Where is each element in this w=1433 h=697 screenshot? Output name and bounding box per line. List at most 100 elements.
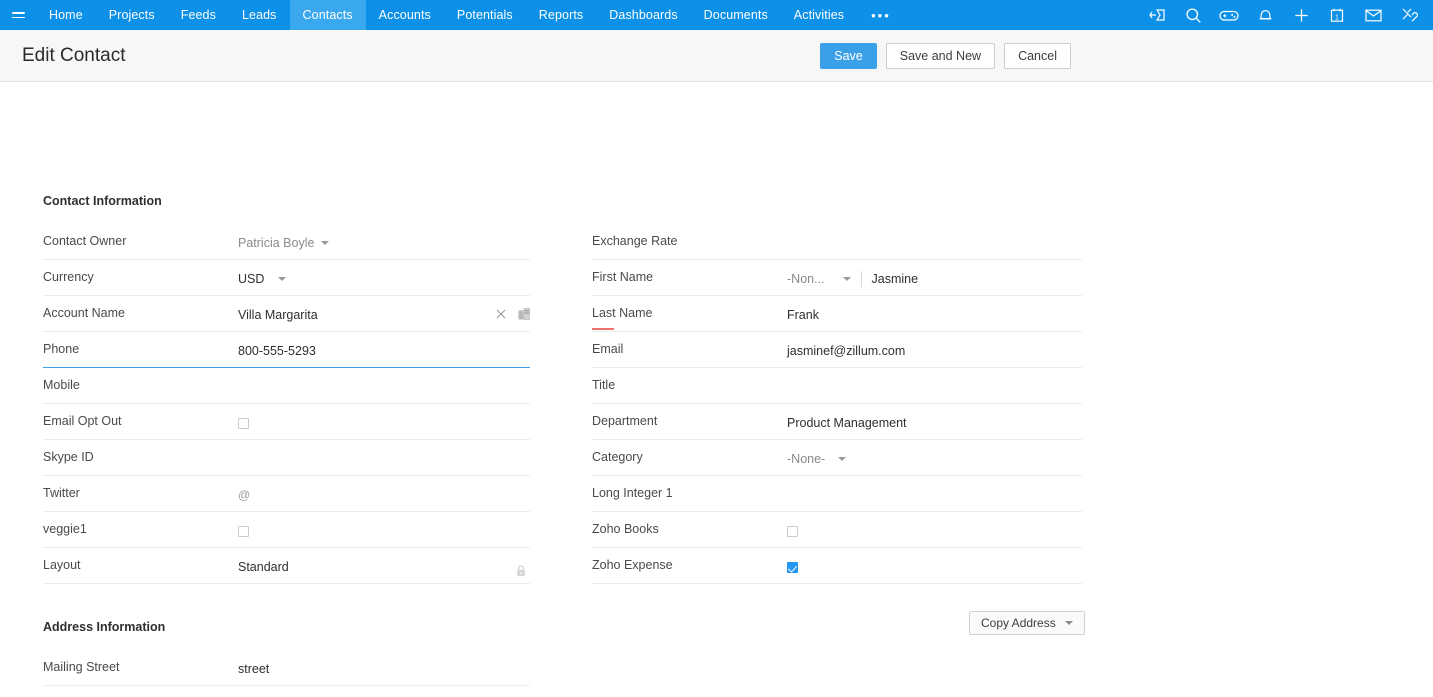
field-value-contact-owner[interactable]: Patricia Boyle: [238, 224, 530, 259]
field-value-title[interactable]: [787, 368, 1082, 403]
field-label-zoho-expense: Zoho Expense: [592, 548, 787, 572]
calendar-icon[interactable]: 1: [1319, 0, 1355, 30]
field-value-veggie1[interactable]: [238, 512, 530, 547]
nav-tab-label: Activities: [794, 8, 844, 22]
text-value-currency[interactable]: USD: [238, 272, 264, 286]
field-label-email: Email: [592, 332, 787, 356]
top-navigation-bar: Home Projects Feeds Leads Contacts Accounts Po…: [0, 0, 1433, 30]
field-value-zoho-books[interactable]: [787, 512, 1082, 547]
field-row-zoho-expense: Zoho Expense: [592, 548, 1082, 584]
field-value-email-opt-out[interactable]: [238, 404, 530, 439]
field-value-exchange-rate[interactable]: [787, 224, 1082, 259]
nav-tab-label: Contacts: [303, 8, 353, 22]
field-value-phone[interactable]: 800-555-5293: [238, 332, 530, 367]
nav-more-button[interactable]: •••: [857, 0, 905, 30]
checkbox-zoho-books[interactable]: [787, 526, 798, 537]
field-value-last-name[interactable]: Frank: [787, 296, 1082, 331]
nav-tab-documents[interactable]: Documents: [691, 0, 781, 30]
nav-tab-leads[interactable]: Leads: [229, 0, 290, 30]
pointer-tag-icon[interactable]: [1139, 0, 1175, 30]
search-icon[interactable]: [1175, 0, 1211, 30]
field-row-mailing-city: Mailing Citycity: [43, 686, 530, 697]
nav-tab-home[interactable]: Home: [36, 0, 96, 30]
text-value-phone[interactable]: 800-555-5293: [238, 344, 316, 358]
field-row-exchange-rate: Exchange Rate: [592, 224, 1082, 260]
clear-icon[interactable]: [496, 309, 506, 319]
salutation-value[interactable]: -Non...: [787, 272, 825, 286]
nav-tab-dashboards[interactable]: Dashboards: [596, 0, 690, 30]
text-value-contact-owner[interactable]: Patricia Boyle: [238, 236, 314, 250]
nav-tab-label: Dashboards: [609, 8, 677, 22]
field-row-contact-owner: Contact OwnerPatricia Boyle: [43, 224, 530, 260]
field-label-exchange-rate: Exchange Rate: [592, 224, 787, 248]
checkbox-email-opt-out[interactable]: [238, 418, 249, 429]
bell-icon[interactable]: [1247, 0, 1283, 30]
first-name-input[interactable]: Jasmine: [872, 272, 919, 286]
text-value-layout[interactable]: Standard: [238, 560, 289, 574]
nav-tab-accounts[interactable]: Accounts: [366, 0, 444, 30]
save-button[interactable]: Save: [820, 43, 877, 69]
address-information-section-title: Address Information: [43, 620, 165, 634]
field-value-skype-id[interactable]: [238, 440, 530, 475]
field-row-title: Title: [592, 368, 1082, 404]
nav-tab-feeds[interactable]: Feeds: [168, 0, 229, 30]
tools-icon[interactable]: [1391, 0, 1427, 30]
field-value-currency[interactable]: USD: [238, 260, 530, 295]
text-value-last-name[interactable]: Frank: [787, 308, 819, 322]
nav-tab-projects[interactable]: Projects: [96, 0, 168, 30]
chevron-down-icon[interactable]: [278, 277, 286, 281]
nav-tab-label: Accounts: [379, 8, 431, 22]
field-value-first-name[interactable]: -Non... Jasmine: [787, 260, 1082, 295]
nav-tab-potentials[interactable]: Potentials: [444, 0, 526, 30]
checkbox-zoho-expense[interactable]: [787, 562, 798, 573]
field-value-zoho-expense[interactable]: [787, 548, 1082, 583]
field-value-layout[interactable]: Standard: [238, 548, 530, 583]
field-value-mailing-city[interactable]: city: [238, 686, 530, 697]
building-icon[interactable]: [518, 308, 530, 320]
nav-right-icons: 1: [1139, 0, 1427, 30]
field-value-mobile[interactable]: [238, 368, 530, 403]
text-value-category[interactable]: -None-: [787, 452, 825, 466]
chevron-down-icon[interactable]: [838, 457, 846, 461]
nav-tab-contacts[interactable]: Contacts: [290, 0, 366, 30]
chevron-down-icon[interactable]: [1065, 621, 1073, 625]
field-value-twitter[interactable]: @: [238, 476, 530, 511]
text-value-department[interactable]: Product Management: [787, 416, 907, 430]
header-action-buttons: Save Save and New Cancel: [820, 30, 1071, 81]
hamburger-icon[interactable]: [0, 0, 36, 30]
field-value-category[interactable]: -None-: [787, 440, 1082, 475]
mail-icon[interactable]: [1355, 0, 1391, 30]
save-and-new-button[interactable]: Save and New: [886, 43, 995, 69]
checkbox-veggie1[interactable]: [238, 526, 249, 537]
text-value-account-name[interactable]: Villa Margarita: [238, 308, 318, 322]
field-row-currency: CurrencyUSD: [43, 260, 530, 296]
copy-address-button[interactable]: Copy Address: [969, 611, 1085, 635]
copy-address-container: Copy Address: [969, 611, 1085, 635]
contact-information-section-title: Contact Information: [43, 194, 162, 208]
chevron-down-icon[interactable]: [843, 277, 851, 281]
field-row-twitter: Twitter@: [43, 476, 530, 512]
field-label-mobile: Mobile: [43, 368, 238, 392]
field-value-department[interactable]: Product Management: [787, 404, 1082, 439]
nav-tab-label: Projects: [109, 8, 155, 22]
field-row-mobile: Mobile: [43, 368, 530, 404]
field-value-long-integer-1[interactable]: [787, 476, 1082, 511]
nav-tab-reports[interactable]: Reports: [526, 0, 596, 30]
nav-tab-label: Documents: [704, 8, 768, 22]
nav-tab-activities[interactable]: Activities: [781, 0, 857, 30]
nav-tab-label: Feeds: [181, 8, 216, 22]
field-value-mailing-street[interactable]: street: [238, 650, 530, 685]
text-value-mailing-street[interactable]: street: [238, 662, 269, 676]
edit-contact-form: Contact Information Contact OwnerPatrici…: [0, 82, 1433, 697]
plus-icon[interactable]: [1283, 0, 1319, 30]
nav-tab-label: Reports: [539, 8, 583, 22]
field-label-twitter: Twitter: [43, 476, 238, 500]
gamepad-icon[interactable]: [1211, 0, 1247, 30]
field-value-email[interactable]: jasminef@zillum.com: [787, 332, 1082, 367]
nav-tab-label: Leads: [242, 8, 277, 22]
cancel-button[interactable]: Cancel: [1004, 43, 1071, 69]
chevron-down-icon[interactable]: [321, 241, 329, 245]
field-value-account-name[interactable]: Villa Margarita: [238, 296, 530, 331]
field-row-veggie1: veggie1: [43, 512, 530, 548]
text-value-email[interactable]: jasminef@zillum.com: [787, 344, 905, 358]
